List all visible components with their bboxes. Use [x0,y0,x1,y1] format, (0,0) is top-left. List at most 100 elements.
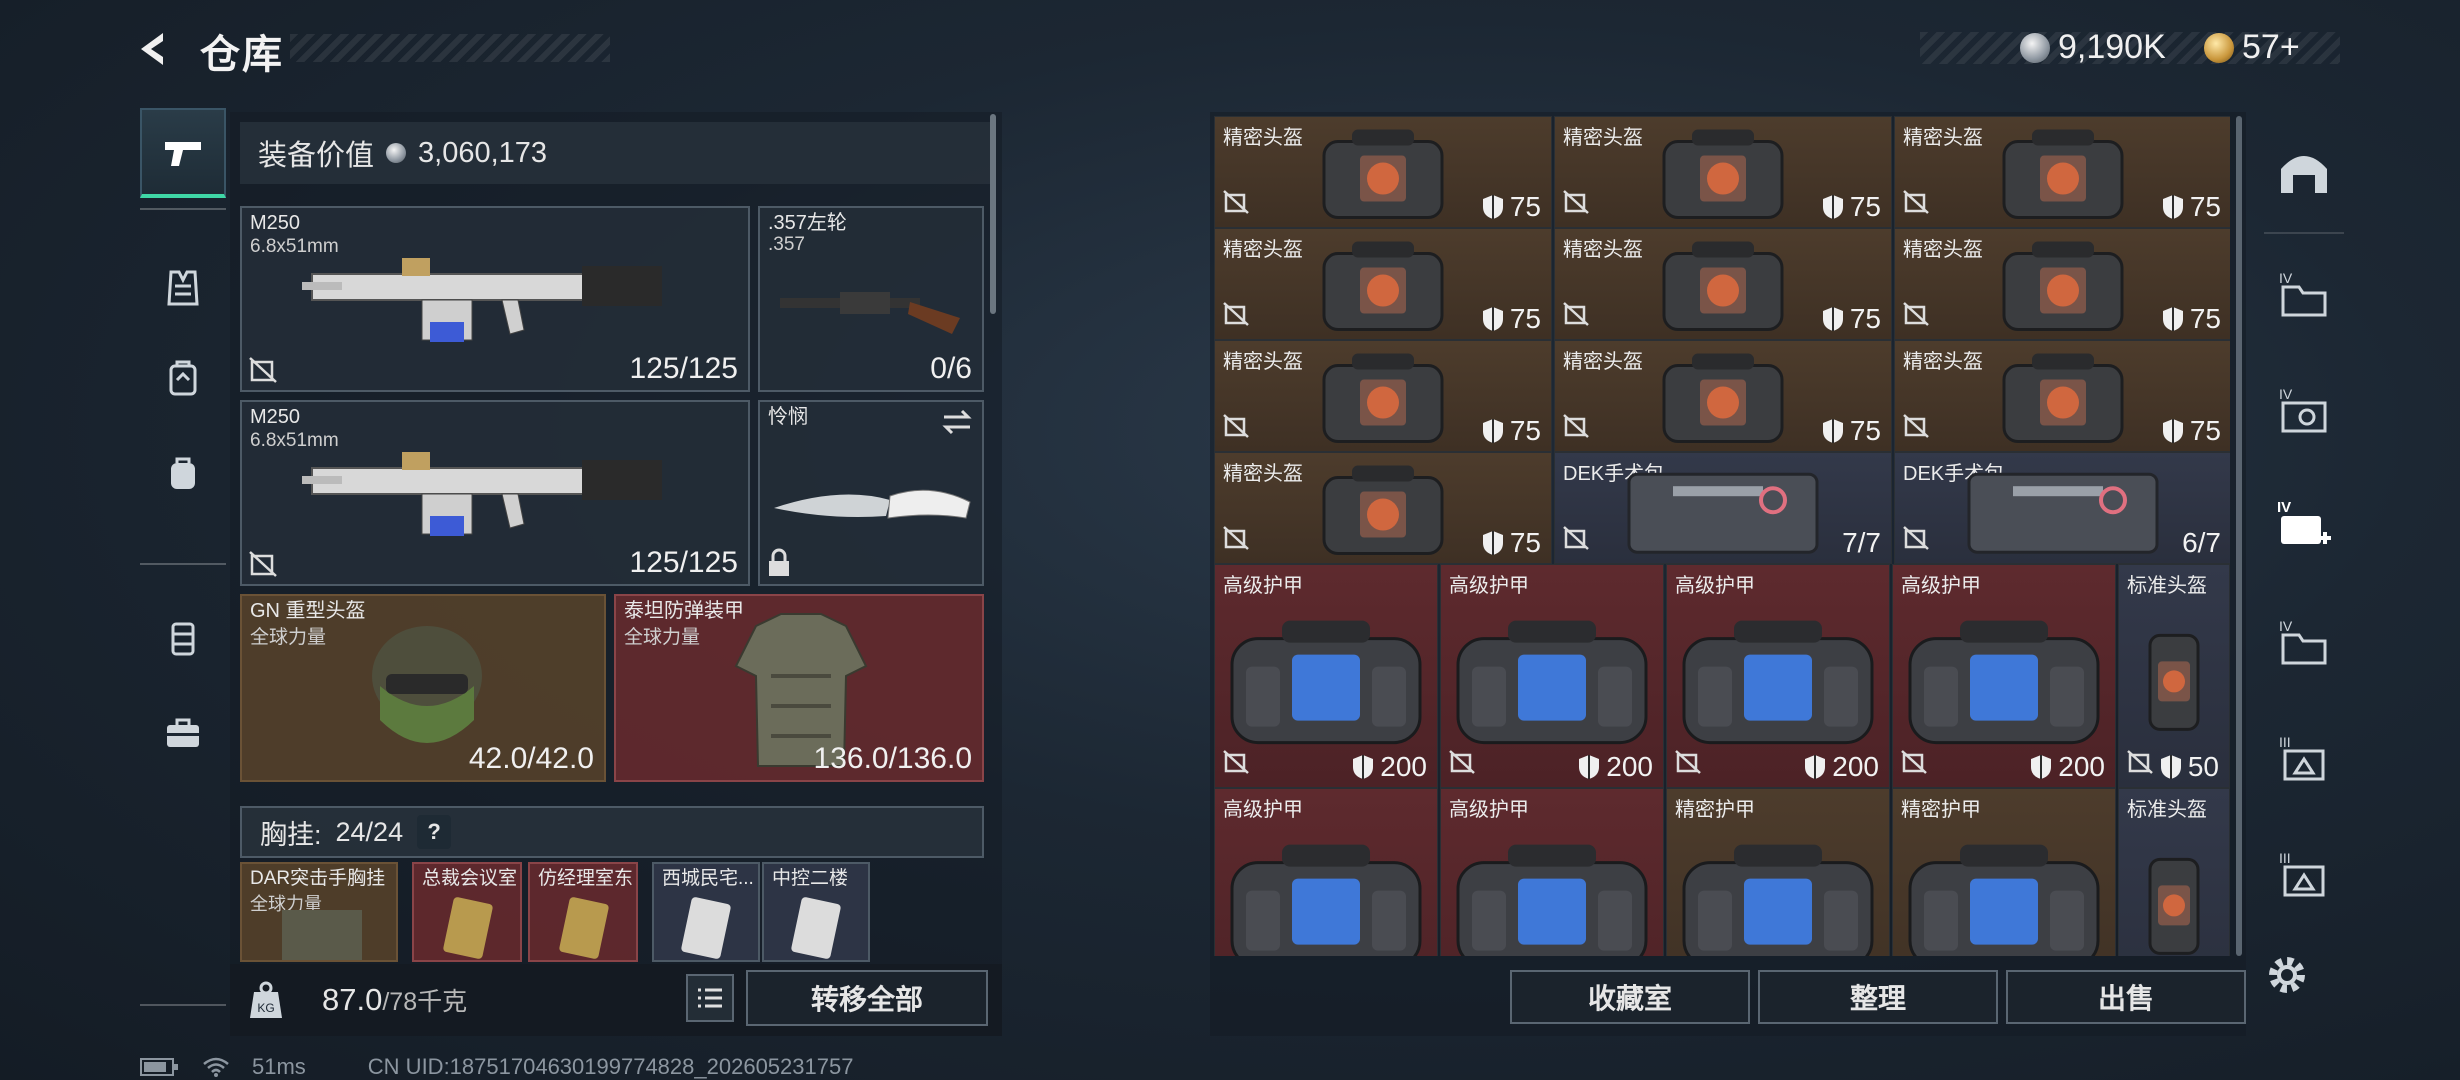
lock-icon [769,548,789,576]
no-insure-icon [1903,302,1929,326]
storage-scrollbar[interactable] [2236,116,2242,956]
ammo-count: 125/125 [629,546,738,579]
storage-item-cell[interactable]: 精密头盔 75 [1894,116,2230,228]
sell-button[interactable]: 出售 [2006,970,2246,1024]
chest-rig-item[interactable]: DAR突击手胸挂 全球力量 [240,862,398,962]
item-name: 精密护甲 [1675,799,1755,821]
storage-item-cell[interactable]: 标准头盔 50 [2118,564,2230,788]
nav-tactical-backpack[interactable] [140,333,226,423]
helmet-bag-icon [1322,241,1444,332]
armor-bag-icon [1908,620,2100,745]
sidearm-slot[interactable]: .357左轮 .357 0/6 [758,206,984,392]
nav-armor[interactable] [140,593,226,683]
storage-item-cell[interactable]: 高级护甲 200 [1892,564,2116,788]
primary-weapon-slot-1[interactable]: M250 6.8x51mm 125/125 [240,206,750,392]
sort-button[interactable]: 整理 [1758,970,1998,1024]
storage-item-cell[interactable]: DEK手术包 7/7 [1554,452,1892,564]
storage-item-cell[interactable]: 精密头盔 75 [1894,228,2230,340]
item-art [2144,625,2204,740]
settings-gear-icon[interactable] [2262,950,2312,1000]
storage-item-cell[interactable]: 精密头盔 75 [1554,340,1892,452]
melee-slot[interactable]: 怜悯 [758,400,984,586]
item-name: 精密头盔 [1903,127,1983,149]
back-button[interactable] [130,26,176,72]
storage-item-cell[interactable]: 精密头盔 75 [1214,228,1552,340]
no-insure-mark [1223,524,1249,555]
storage-item-cell[interactable]: 精密护甲 [1892,788,2116,956]
keycard-item[interactable]: 中控二楼 [762,862,870,962]
currency-gold[interactable]: 57+ [2204,28,2300,67]
storage-item-cell[interactable]: 精密头盔 75 [1214,116,1552,228]
nav-case[interactable] [140,688,226,778]
nav-backpack[interactable] [140,428,226,518]
armor-icon [171,622,195,656]
storage-item-cell[interactable]: 精密头盔 75 [1894,340,2230,452]
item-value-text: 75 [1509,415,1541,446]
nav-storage-folder[interactable]: IV [2254,238,2354,350]
nav-weapons[interactable] [140,108,226,198]
page-title: 仓库 [200,33,284,77]
item-name: 精密头盔 [1223,463,1303,485]
storage-item-cell[interactable]: 高级护甲 [1440,788,1664,956]
no-insure-icon [1223,414,1249,438]
nav-storage-armor[interactable]: III [2254,702,2354,814]
nav-storage-medical[interactable]: IV [2254,470,2354,582]
weight-display: 87.0/78千克 [322,982,467,1018]
no-insure-icon [1563,302,1589,326]
armor-slot[interactable]: 泰坦防弹装甲 全球力量 136.0/136.0 [614,594,984,782]
no-insure-icon [1449,750,1475,774]
keycard-item[interactable]: 西城民宅... [652,862,760,962]
primary-weapon-slot-2[interactable]: M250 6.8x51mm 125/125 [240,400,750,586]
weapon-name: M250 [250,406,301,428]
storage-item-cell[interactable]: 高级护甲 200 [1666,564,1890,788]
storage-item-cell[interactable]: 标准头盔 [2118,788,2230,956]
help-icon[interactable]: ? [417,815,452,849]
item-value: 75 [1822,303,1881,335]
storage-item-cell[interactable]: 精密护甲 [1666,788,1890,956]
svg-text:IV: IV [2279,386,2293,402]
storage-item-cell[interactable]: 精密头盔 75 [1554,228,1892,340]
no-insure-icon [1563,526,1589,550]
item-value-text: 200 [1380,751,1427,782]
item-value: 7/7 [1842,527,1881,559]
item-value-text: 75 [1849,303,1881,334]
item-value: 200 [1804,751,1879,783]
nav-storage-search[interactable]: IV [2254,354,2354,466]
helmet-slot[interactable]: GN 重型头盔 全球力量 42.0/42.0 [240,594,606,782]
nav-vest[interactable] [140,243,226,333]
list-view-button[interactable] [686,974,734,1022]
no-insure-icon [1675,750,1701,774]
storage-category-nav: IV IV IV IV III III [2254,116,2354,976]
collection-room-button[interactable]: 收藏室 [1510,970,1750,1024]
storage-item-cell[interactable]: DEK手术包 6/7 [1894,452,2230,564]
storage-item-cell[interactable]: 高级护甲 200 [1214,564,1438,788]
storage-item-cell[interactable]: 高级护甲 200 [1440,564,1664,788]
no-insure-icon [1901,750,1927,774]
vest-icon [167,270,199,306]
keycard-item[interactable]: 总裁会议室 [412,862,522,962]
item-art [1623,466,1823,561]
storage-item-cell[interactable]: 精密头盔 75 [1214,340,1552,452]
weapon-name: .357左轮 [768,212,847,234]
ammo-count: 0/6 [930,352,972,385]
storage-item-cell[interactable]: 高级护甲 [1214,788,1438,956]
shield-icon [1482,307,1503,331]
item-value: 75 [1482,527,1541,559]
nav-storage-folder-2[interactable]: IV [2254,586,2354,698]
nav-storage-armor-2[interactable]: III [2254,818,2354,930]
machine-gun-icon [302,258,662,342]
keycard-item[interactable]: 仿经理室东 [528,862,638,962]
loadout-scrollbar[interactable] [990,114,996,314]
item-value: 75 [1822,191,1881,223]
armor-faction: 全球力量 [624,627,701,648]
melee-name: 怜悯 [768,406,808,428]
keycard-name: 总裁会议室 [422,868,518,889]
storage-item-cell[interactable]: 精密头盔 75 [1554,116,1892,228]
keycard-name: 仿经理室东 [538,868,634,889]
item-name: 精密头盔 [1903,351,1983,373]
storage-item-cell[interactable]: 精密头盔 75 [1214,452,1552,564]
transfer-all-button[interactable]: 转移全部 [746,970,988,1026]
nav-storage-home[interactable] [2254,116,2354,228]
swap-icon[interactable] [940,408,974,436]
item-art [1452,617,1652,752]
